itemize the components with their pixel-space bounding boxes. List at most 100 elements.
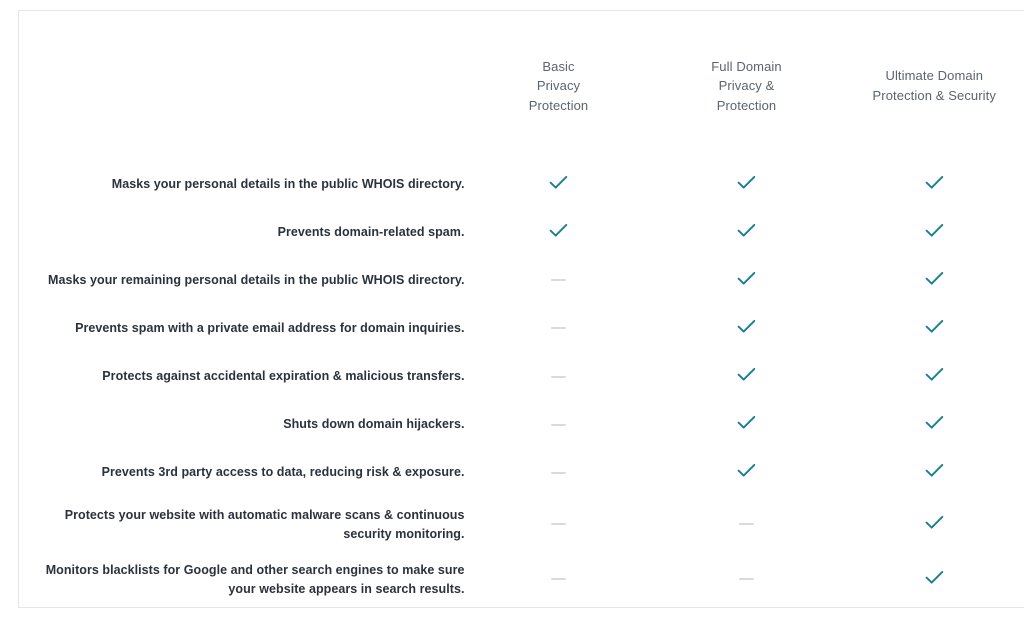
feature-cell: Protects against accidental expiration &… [19, 353, 465, 401]
plan-value-cell [653, 552, 841, 607]
dash-icon [551, 523, 566, 526]
check-icon [925, 463, 944, 478]
dash-icon [739, 578, 754, 581]
plan-value-cell [653, 401, 841, 449]
check-icon [737, 271, 756, 286]
plan-value-cell [653, 305, 841, 353]
check-icon [925, 271, 944, 286]
dash-icon [551, 423, 566, 426]
check-icon [737, 367, 756, 382]
plan-value-cell [841, 161, 1024, 209]
plan-value-cell [653, 449, 841, 497]
feature-label: Masks your personal details in the publi… [111, 177, 465, 192]
dash-glyph [551, 327, 566, 330]
check-icon [925, 175, 944, 190]
check-icon [737, 319, 756, 334]
dash-icon [551, 279, 566, 282]
check-icon [925, 223, 944, 238]
plan-header-label: Basic Privacy Protection [528, 58, 589, 113]
plan-value-cell [465, 449, 653, 497]
dash-icon [739, 523, 754, 526]
check-icon [737, 463, 756, 478]
feature-label: Shuts down domain hijackers. [283, 417, 465, 432]
table-row: Monitors blacklists for Google and other… [19, 552, 1024, 607]
plan-value-cell [841, 305, 1024, 353]
plan-header-row: Basic Privacy Protection Full Domain Priv… [18, 10, 1024, 161]
dash-glyph [551, 375, 566, 378]
check-icon [737, 175, 756, 190]
plan-value-cell [465, 401, 653, 449]
feature-label: Protects your website with automatic mal… [64, 507, 465, 541]
plan-comparison-page: Basic Privacy Protection Full Domain Priv… [0, 0, 1024, 618]
plan-value-cell [465, 161, 653, 209]
plan-value-cell [841, 353, 1024, 401]
plan-value-cell [465, 257, 653, 305]
plan-header-label: Full Domain Privacy & Protection [711, 58, 782, 113]
check-icon [925, 415, 944, 430]
table-row: Protects your website with automatic mal… [19, 497, 1024, 552]
plan-header-basic-privacy-protection[interactable]: Basic Privacy Protection [465, 11, 653, 161]
check-icon [737, 415, 756, 430]
plan-value-cell [465, 305, 653, 353]
check-icon [925, 367, 944, 382]
dash-icon [551, 578, 566, 581]
check-icon [925, 515, 944, 530]
plan-value-cell [841, 257, 1024, 305]
check-icon [925, 319, 944, 334]
feature-label: Monitors blacklists for Google and other… [45, 562, 465, 596]
table-row: Shuts down domain hijackers. [19, 401, 1024, 449]
feature-column-header [18, 10, 465, 161]
dash-glyph [551, 471, 566, 474]
feature-label: Protects against accidental expiration &… [102, 369, 465, 384]
plan-value-cell [653, 497, 841, 552]
plan-value-cell [841, 209, 1024, 257]
plan-value-cell [653, 161, 841, 209]
feature-cell: Prevents spam with a private email addre… [19, 305, 465, 353]
feature-label: Masks your remaining personal details in… [48, 273, 465, 288]
plan-value-cell [653, 257, 841, 305]
plan-value-cell [465, 353, 653, 401]
feature-label: Prevents spam with a private email addre… [75, 321, 465, 336]
dash-glyph [551, 523, 566, 526]
dash-glyph [739, 523, 754, 526]
table-row: Prevents 3rd party access to data, reduc… [19, 449, 1024, 497]
feature-label: Prevents domain-related spam. [277, 225, 465, 240]
dash-glyph [551, 279, 566, 282]
plan-header-label: Ultimate Domain Protection & Security [872, 68, 996, 103]
plan-comparison-table: Basic Privacy Protection Full Domain Priv… [18, 10, 1024, 608]
dash-glyph [739, 578, 754, 581]
feature-cell: Masks your remaining personal details in… [19, 257, 465, 305]
feature-cell: Shuts down domain hijackers. [19, 401, 465, 449]
table-body: Masks your personal details in the publi… [19, 161, 1024, 608]
plan-value-cell [653, 209, 841, 257]
dash-glyph [551, 578, 566, 581]
dash-icon [551, 471, 566, 474]
check-icon [737, 223, 756, 238]
plan-value-cell [465, 209, 653, 257]
plan-value-cell [841, 401, 1024, 449]
table-row: Masks your personal details in the publi… [19, 161, 1024, 209]
table-row: Prevents spam with a private email addre… [19, 305, 1024, 353]
plan-value-cell [841, 449, 1024, 497]
check-icon [549, 175, 568, 190]
dash-icon [551, 327, 566, 330]
plan-value-cell [653, 353, 841, 401]
check-icon [925, 570, 944, 585]
plan-header-full-domain-privacy-protection[interactable]: Full Domain Privacy & Protection [653, 11, 841, 161]
table-row: Protects against accidental expiration &… [19, 353, 1024, 401]
plan-header-ultimate-domain-protection-security[interactable]: Ultimate Domain Protection & Security [841, 11, 1024, 161]
table-header: Basic Privacy Protection Full Domain Priv… [18, 10, 1024, 161]
feature-cell: Monitors blacklists for Google and other… [19, 552, 465, 607]
feature-cell: Masks your personal details in the publi… [19, 161, 465, 209]
table-row: Masks your remaining personal details in… [19, 257, 1024, 305]
feature-cell: Protects your website with automatic mal… [19, 497, 465, 552]
dash-icon [551, 375, 566, 378]
check-icon [549, 223, 568, 238]
feature-label: Prevents 3rd party access to data, reduc… [101, 465, 465, 480]
plan-value-cell [841, 497, 1024, 552]
dash-glyph [551, 423, 566, 426]
feature-cell: Prevents domain-related spam. [19, 209, 465, 257]
feature-cell: Prevents 3rd party access to data, reduc… [19, 449, 465, 497]
plan-value-cell [841, 552, 1024, 607]
plan-value-cell [465, 552, 653, 607]
